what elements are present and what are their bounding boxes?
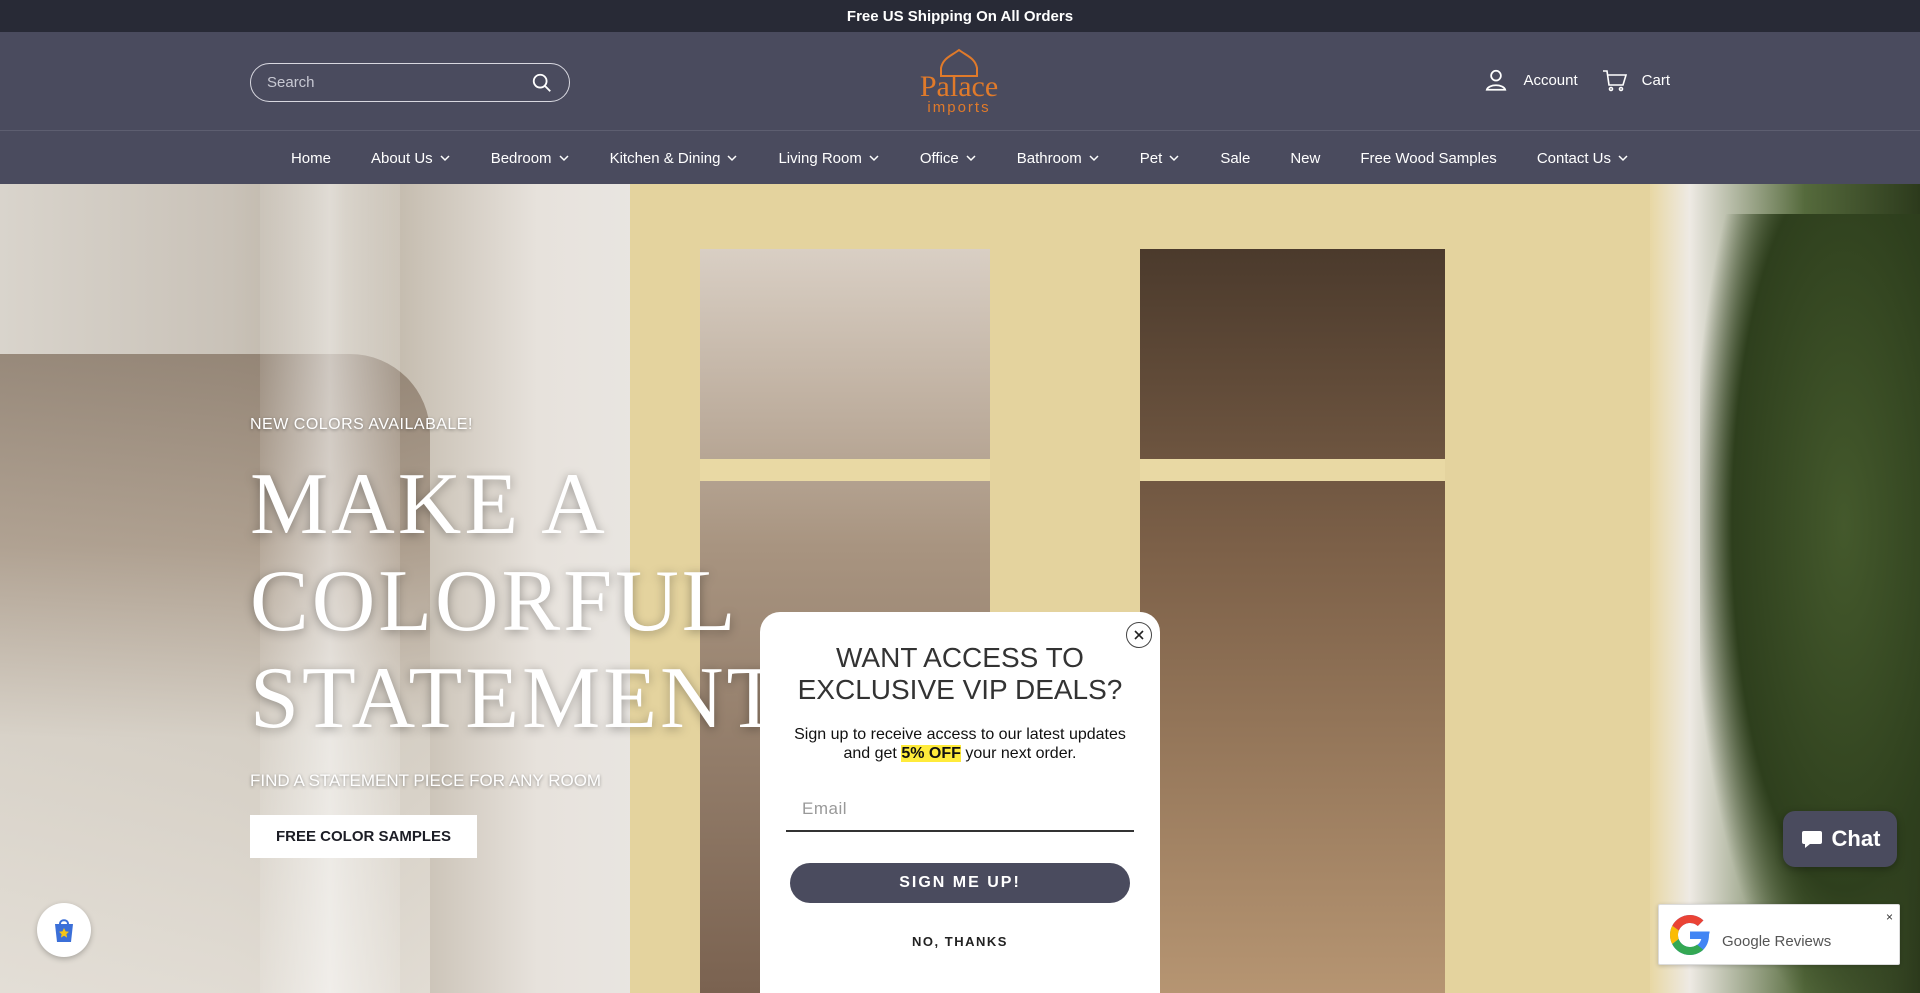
hero-subtitle: FIND A STATEMENT PIECE FOR ANY ROOM bbox=[250, 771, 602, 790]
vip-signup-popup: WANT ACCESS TO EXCLUSIVE VIP DEALS? Sign… bbox=[760, 612, 1160, 993]
nav-item-free-wood-samples[interactable]: Free Wood Samples bbox=[1340, 150, 1516, 167]
user-icon bbox=[1486, 69, 1507, 91]
chevron-down-icon bbox=[727, 155, 737, 162]
nav-item-pet[interactable]: Pet bbox=[1120, 150, 1201, 167]
nav-item-office[interactable]: Office bbox=[900, 150, 997, 167]
hero-copy: NEW COLORS AVAILABALE! MAKE A COLORFUL S… bbox=[250, 416, 783, 858]
no-thanks-button[interactable]: NO, THANKS bbox=[760, 934, 1160, 949]
chat-bubble-icon bbox=[1801, 831, 1822, 848]
svg-text:imports: imports bbox=[927, 99, 990, 116]
nav-item-home[interactable]: Home bbox=[271, 150, 351, 167]
announcement-text: Free US Shipping On All Orders bbox=[846, 7, 1074, 25]
chevron-down-icon bbox=[440, 155, 450, 162]
chat-button[interactable]: Chat bbox=[1783, 811, 1897, 867]
nav-item-bedroom[interactable]: Bedroom bbox=[471, 150, 590, 167]
email-field[interactable] bbox=[786, 788, 1134, 832]
main-nav: Home About Us Bedroom Kitchen & Dining L… bbox=[0, 132, 1920, 184]
google-reviews-widget[interactable]: Google Reviews × bbox=[1658, 904, 1900, 965]
popup-description: Sign up to receive access to our latest … bbox=[794, 726, 1126, 762]
account-link[interactable]: Account bbox=[1483, 67, 1578, 93]
hero-cabinet-right-bay bbox=[1140, 249, 1445, 993]
search-box[interactable] bbox=[250, 63, 570, 102]
google-reviews-close-button[interactable]: × bbox=[1886, 910, 1893, 924]
chevron-down-icon bbox=[966, 155, 976, 162]
hero-shelf bbox=[1140, 459, 1445, 481]
chevron-down-icon bbox=[559, 155, 569, 162]
close-icon bbox=[1134, 630, 1144, 640]
announcement-bar: Free US Shipping On All Orders bbox=[0, 0, 1920, 32]
nav-item-bathroom[interactable]: Bathroom bbox=[997, 150, 1120, 167]
nav-item-about-us[interactable]: About Us bbox=[351, 150, 471, 167]
site-header: Palace imports Account Cart bbox=[0, 32, 1920, 131]
nav-item-contact-us[interactable]: Contact Us bbox=[1517, 150, 1649, 167]
google-reviews-label: Google Reviews bbox=[1722, 933, 1832, 950]
chevron-down-icon bbox=[1089, 155, 1099, 162]
cart-icon bbox=[1602, 70, 1627, 92]
shop-app-badge[interactable] bbox=[37, 903, 91, 957]
hero-title: MAKE A COLORFUL STATEMENT bbox=[250, 456, 784, 747]
chevron-down-icon bbox=[1618, 155, 1628, 162]
free-color-samples-button[interactable]: FREE COLOR SAMPLES bbox=[250, 815, 478, 858]
chat-label: Chat bbox=[1831, 826, 1881, 851]
discount-highlight: 5% OFF bbox=[901, 745, 961, 762]
search-input[interactable] bbox=[267, 74, 531, 91]
google-logo-icon bbox=[1670, 914, 1710, 955]
chevron-down-icon bbox=[869, 155, 879, 162]
shopping-bag-icon bbox=[55, 919, 73, 942]
search-icon[interactable] bbox=[531, 72, 553, 94]
chevron-down-icon bbox=[1169, 155, 1179, 162]
palace-imports-logo[interactable]: Palace imports bbox=[903, 46, 1015, 118]
hero-kicker: NEW COLORS AVAILABALE! bbox=[250, 416, 473, 433]
nav-item-new[interactable]: New bbox=[1270, 150, 1340, 167]
account-label: Account bbox=[1523, 71, 1578, 89]
cart-link[interactable]: Cart bbox=[1602, 67, 1670, 93]
nav-item-sale[interactable]: Sale bbox=[1200, 150, 1270, 167]
nav-item-kitchen-dining[interactable]: Kitchen & Dining bbox=[590, 150, 759, 167]
hero-plant-image bbox=[1700, 214, 1920, 993]
popup-title: WANT ACCESS TO EXCLUSIVE VIP DEALS? bbox=[797, 642, 1123, 705]
cart-label: Cart bbox=[1641, 71, 1670, 89]
sign-me-up-button[interactable]: SIGN ME UP! bbox=[790, 863, 1130, 903]
nav-item-living-room[interactable]: Living Room bbox=[758, 150, 899, 167]
